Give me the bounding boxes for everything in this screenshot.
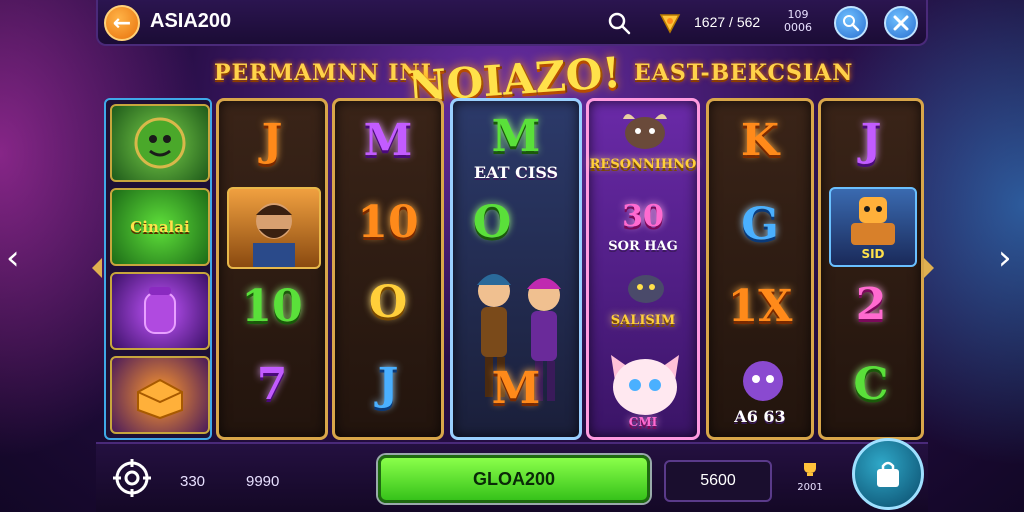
golden-box-icon [137,378,183,420]
close-button[interactable] [884,6,918,40]
side-tile-2[interactable]: Cinalai [110,188,210,266]
reel-symbol-label: SOR HAG [608,239,678,254]
reel-symbol: 2 [855,279,887,330]
bull-icon [623,114,667,149]
reel-symbol: 1X [727,281,793,332]
reel-symbol: 30 [622,199,664,234]
reel-symbol: J [860,115,882,166]
creature-icon [628,275,664,303]
reel-symbol-label: RESONNIHNO [589,157,697,172]
reel-symbol: 10 [241,281,303,332]
character-portrait [227,187,321,269]
win-display: 5600 [664,460,772,502]
reel-symbol: 7 [256,359,288,410]
reel-symbol: M [491,363,541,414]
top-stat-label: 0006 [784,21,812,34]
banner-right-heading: EAST-BEKCSIAN [634,60,854,86]
reel-symbol: G [741,199,779,250]
reel-symbol: J [377,359,399,410]
purple-character-icon [743,361,783,401]
reel-symbol-label: SALISIM [610,313,676,328]
side-tile-3[interactable] [110,272,210,350]
reel-symbol-label: CMI [628,415,658,429]
bottom-stat: 2001 [790,462,830,495]
man-portrait-icon [253,203,295,267]
reel-5: K G 1X A6 63 [706,98,814,440]
purple-jar-icon [144,287,176,334]
balance-display: 1627 / 562 [694,14,761,30]
robot-label: SID [861,247,885,261]
side-tile-4[interactable] [110,356,210,434]
total-value: 9990 [246,473,280,490]
top-stat: 109 0006 [784,8,812,34]
robot-icon [851,197,895,245]
search-icon[interactable] [606,10,632,36]
reel-4: RESONNIHNO 30 SOR HAG SALISIM CMI [586,98,700,440]
top-stat-value: 109 [787,8,809,21]
reel-2: M 10 O J [332,98,444,440]
next-arrow-icon[interactable]: › [998,238,1012,278]
previous-arrow-icon[interactable]: ‹ [6,238,20,278]
reel-symbol-label: EAT CISS [473,163,559,182]
green-creature-icon [134,117,186,169]
wrench-icon [843,15,860,32]
trophy-icon [804,463,816,476]
coin-icon [658,10,682,34]
reel-marker-right-icon [924,258,934,278]
settings-button[interactable] [112,458,152,498]
side-tile-label: Cinalai [130,218,190,236]
reel-symbol: K [740,115,780,166]
arrow-left-icon: ← [112,10,132,36]
reel-3: M EAT CISS O M [450,98,582,440]
side-tile-1[interactable] [110,104,210,182]
spin-button[interactable]: GLOA200 [378,455,650,503]
reel-symbol: M [491,111,541,162]
side-feature-column: Cinalai [104,98,212,440]
bet-value: 330 [180,473,206,490]
reel-symbol: J [261,115,283,166]
crosshair-icon [113,459,151,497]
tools-button[interactable] [834,6,868,40]
shop-button[interactable] [852,438,924,510]
robot-tile: SID [829,187,917,267]
bottom-stat-label: 2001 [797,482,823,493]
close-icon [893,15,909,31]
app-title: ASIA200 [150,10,232,32]
back-button[interactable]: ← [104,5,140,41]
cat-mascot-icon [611,355,679,415]
reel-symbol: C [853,359,889,410]
reel-symbol: O [368,277,408,328]
banner-left-heading: PERMAMNN INL [214,60,438,86]
reel-symbol: 10 [357,197,419,248]
shopping-bag-icon [877,461,899,487]
reel-6: J SID 2 C [818,98,924,440]
reel-symbol: M [363,115,413,166]
reel-1: J 10 7 [216,98,328,440]
reel-symbol: O [472,197,512,248]
reel-marker-left-icon [92,258,102,278]
reel-symbol-label: A6 63 [734,407,786,426]
